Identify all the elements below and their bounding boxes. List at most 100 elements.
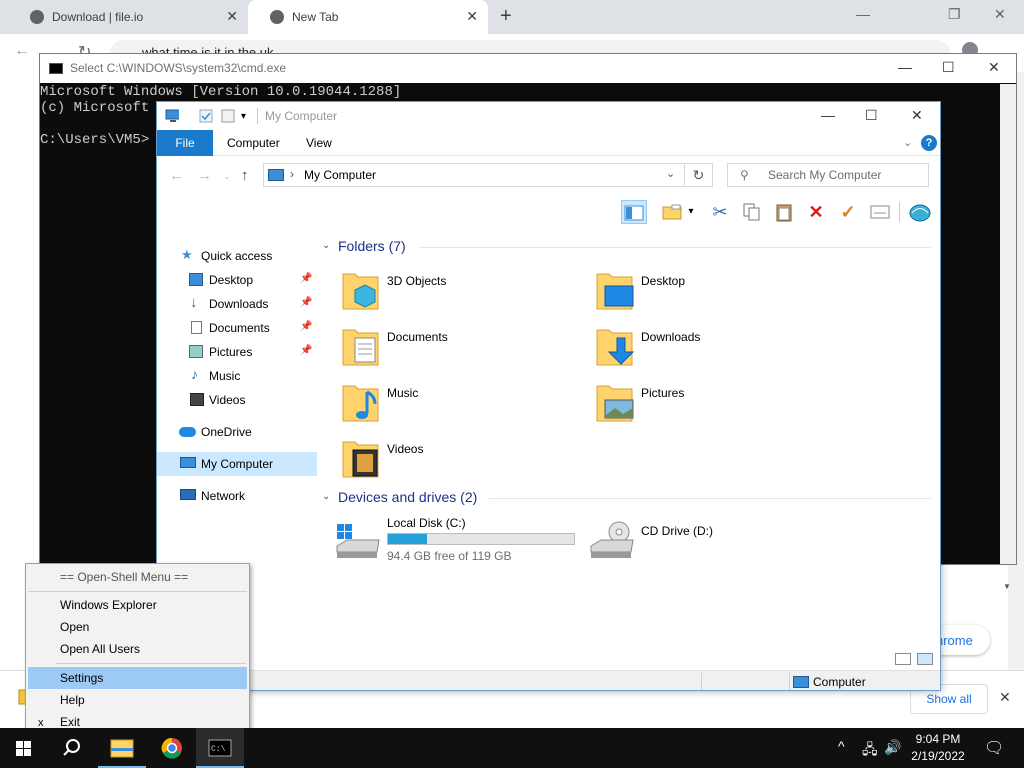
tab-computer[interactable]: Computer [215,130,292,156]
folder-music[interactable]: Music [341,380,561,430]
drives-group-header[interactable]: Devices and drives (2) [338,489,477,505]
taskbar-chrome[interactable] [148,728,196,768]
qat-dropdown-icon[interactable]: ▾ [241,111,255,125]
nav-item-desktop[interactable]: Desktop 📌 [157,268,317,292]
ribbon-tabs: File Computer View [157,130,940,156]
tab-download-fileio[interactable]: Download | file.io ✕ [8,0,248,34]
cmd-scrollbar[interactable]: ▼ [1000,84,1016,591]
tab-view[interactable]: View [294,130,344,156]
clock-time[interactable]: 9:04 PM [900,732,976,746]
folder-3d-objects[interactable]: 3D Objects [341,268,561,318]
maximize-icon[interactable]: ☐ [865,107,878,124]
start-button[interactable] [0,728,48,768]
nav-item-onedrive[interactable]: OneDrive [157,420,317,444]
chevron-down-icon[interactable]: ⌄ [903,136,912,149]
cmd-titlebar[interactable]: Select C:\WINDOWS\system32\cmd.exe — ☐ ✕ [40,54,1016,83]
breadcrumb[interactable]: My Computer [304,168,376,182]
address-bar[interactable]: › My Computer ⌄ [263,163,685,187]
details-view-icon[interactable] [895,653,911,665]
clock-date[interactable]: 2/19/2022 [900,749,976,763]
nav-item-pictures[interactable]: Pictures 📌 [157,340,317,364]
folder-label: Videos [387,442,424,456]
shell-settings-icon[interactable] [907,200,933,224]
large-icons-view-icon[interactable] [917,653,933,665]
nav-item-videos[interactable]: Videos [157,388,317,412]
drive-c[interactable]: Local Disk (C:) 94.4 GB free of 119 GB [335,516,585,566]
network-tray-icon[interactable]: 🖧 [862,739,878,763]
volume-icon[interactable]: 🔊 [884,739,901,756]
search-input[interactable]: ⚲ Search My Computer [727,163,929,187]
tab-file[interactable]: File [157,130,213,156]
minimize-icon[interactable]: — [856,6,870,22]
menu-item-settings[interactable]: Settings [28,667,247,689]
pin-icon[interactable]: 📌 [300,345,312,356]
folders-group-header[interactable]: Folders (7) [338,238,406,254]
menu-item-help[interactable]: Help [28,689,247,711]
refresh-button[interactable]: ↻ [685,163,713,187]
show-hidden-icons-icon[interactable]: ^ [838,738,845,754]
notification-icon[interactable]: 🗨 [984,738,1004,758]
close-icon[interactable]: ✕ [988,59,1000,76]
folder-videos[interactable]: Videos [341,436,561,486]
paste-icon[interactable] [771,200,797,224]
collapse-group-icon[interactable]: ⌄ [322,240,330,251]
up-arrow-icon[interactable]: ↑ [241,167,249,184]
chevron-down-icon[interactable]: ▾ [685,200,697,224]
cut-icon[interactable]: ✂ [707,200,733,224]
close-tab-icon[interactable]: ✕ [226,8,238,25]
folder-downloads[interactable]: Downloads [595,324,815,374]
minimize-icon[interactable]: — [821,107,835,123]
menu-item-windows-explorer[interactable]: Windows Explorer [28,594,247,616]
pin-icon[interactable]: 📌 [300,273,312,284]
collapse-group-icon[interactable]: ⌄ [322,491,330,502]
new-folder-icon[interactable] [221,109,235,123]
folder-label: Pictures [641,386,685,400]
menu-item-open[interactable]: Open [28,616,247,638]
minimize-icon[interactable]: — [898,59,912,75]
new-tab-button[interactable]: + [500,5,512,28]
restore-icon[interactable]: ❐ [948,6,961,23]
scroll-down-icon[interactable]: ▼ [1003,582,1013,591]
close-icon[interactable]: ✕ [911,107,923,124]
pin-icon[interactable]: 📌 [300,297,312,308]
search-button[interactable] [48,728,96,768]
nav-item-my-computer[interactable]: My Computer [157,452,317,476]
chevron-down-icon[interactable]: ⌄ [666,167,675,180]
taskbar-cmd[interactable]: C:\ [196,728,244,768]
help-icon[interactable]: ? [921,135,937,151]
tab-new-tab[interactable]: New Tab ✕ [248,0,488,34]
recent-dropdown-icon[interactable]: ⌄ [223,171,231,182]
maximize-icon[interactable]: ☐ [942,59,955,76]
new-folder-button[interactable] [659,200,685,224]
menu-item-open-all-users[interactable]: Open All Users [28,638,247,660]
navigation-pane-button[interactable] [621,200,647,224]
pin-icon[interactable]: 📌 [300,321,312,332]
drive-d[interactable]: CD Drive (D:) [589,516,839,566]
close-icon[interactable]: ✕ [994,6,1006,23]
nav-item-quick-access[interactable]: ★ Quick access [157,244,317,268]
taskbar-file-explorer[interactable] [98,728,146,768]
nav-item-music[interactable]: ♪ Music [157,364,317,388]
computer-icon [793,676,809,688]
properties-check-icon[interactable]: ✓ [835,200,861,224]
nav-item-documents[interactable]: Documents 📌 [157,316,317,340]
folder-desktop[interactable]: Desktop [595,268,815,318]
close-download-bar-icon[interactable]: ✕ [999,689,1011,706]
close-tab-icon[interactable]: ✕ [466,8,478,25]
nav-label: Downloads [209,297,269,311]
status-location: Computer [813,675,866,689]
forward-arrow-icon[interactable]: → [197,167,212,184]
email-icon[interactable] [867,200,893,224]
drive-label: CD Drive (D:) [641,524,713,538]
breadcrumb-chevron-icon[interactable]: › [290,167,294,181]
folder-pictures[interactable]: Pictures [595,380,815,430]
delete-icon[interactable]: ✕ [803,200,829,224]
properties-icon[interactable] [199,109,213,123]
nav-item-downloads[interactable]: ↓ Downloads 📌 [157,292,317,316]
explorer-titlebar[interactable]: ▾ My Computer — ☐ ✕ [157,102,940,130]
back-arrow-icon[interactable]: ← [14,42,30,60]
back-arrow-icon[interactable]: ← [169,167,184,184]
copy-icon[interactable] [739,200,765,224]
nav-item-network[interactable]: Network [157,484,317,508]
folder-documents[interactable]: Documents [341,324,561,374]
